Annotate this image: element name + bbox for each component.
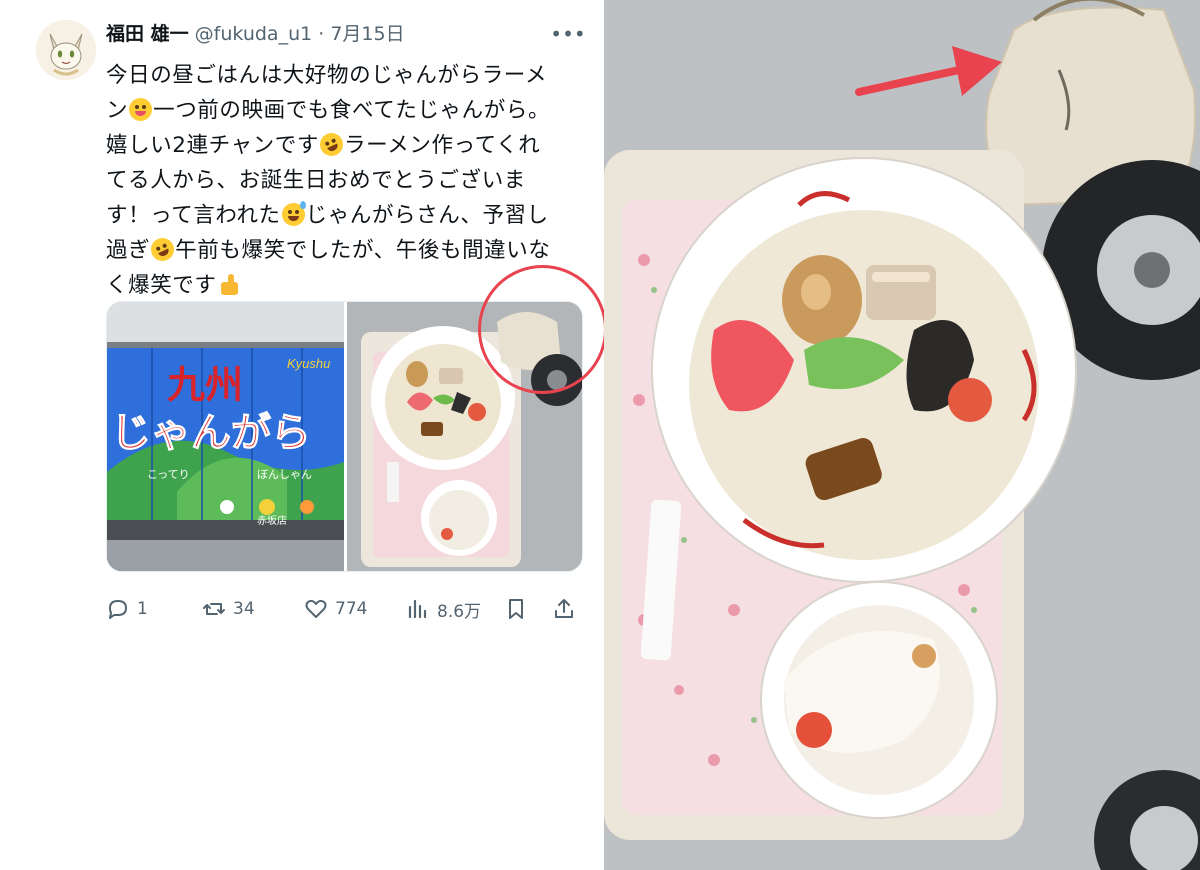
text-segment: 嬉しい2連チャンです [106, 133, 319, 158]
banner-kyushu-text: Kyushu [287, 356, 330, 371]
tweet-text-line: てる人から、お誕生日おめでとうございま [106, 163, 592, 198]
heart-icon [305, 599, 327, 618]
text-segment: く爆笑です [106, 273, 217, 298]
views-count: 8.6万 [437, 601, 482, 622]
sweat-smile-emoji-icon [281, 201, 306, 226]
rofl-emoji-icon [147, 234, 178, 265]
banner-label: こってり [147, 468, 190, 481]
banner-label: ぼんしゃん [257, 468, 312, 481]
banner-label: 赤坂店 [257, 514, 287, 527]
tweet-text-line: 嬉しい2連チャンです ラーメン作ってくれ [106, 128, 592, 163]
text-segment: 午前も爆笑でしたが、午後も間違いな [175, 238, 551, 263]
tweet-text-line: ン一つ前の映画でも食べてたじゃんがら。 [106, 93, 592, 128]
tweet-text: 今日の昼ごはんは大好物のじゃんがらラーメ ン一つ前の映画でも食べてたじゃんがら。… [106, 58, 592, 303]
rofl-emoji-icon [316, 129, 347, 160]
reply-count: 1 [137, 599, 148, 619]
text-segment: 過ぎ [106, 238, 151, 263]
retweet-icon [203, 603, 225, 615]
zoomed-ramen-photo [604, 0, 1200, 870]
text-segment: てる人から、お誕生日おめでとうございま [106, 168, 526, 193]
author-handle[interactable]: @fukuda_u1 [195, 23, 313, 45]
banner-title-top: 九州 [167, 365, 243, 407]
author-name[interactable]: 福田 雄一 [106, 23, 189, 45]
bookmark-icon [509, 599, 523, 619]
tweet-media: 九州 Kyushu じゃんがら こってり ぼんしゃん 赤坂店 [106, 301, 583, 572]
bookmark-button[interactable] [504, 592, 528, 626]
like-count: 774 [335, 599, 368, 619]
reply-icon [109, 600, 127, 619]
retweet-button[interactable]: 34 [202, 592, 255, 626]
share-icon [555, 599, 573, 618]
tweet-date[interactable]: 7月15日 [330, 23, 404, 45]
tweet-text-line: 今日の昼ごはんは大好物のじゃんがらラーメ [106, 58, 592, 93]
thumbs-up-emoji-icon [218, 273, 241, 296]
tweet-text-line: す！って言われた じゃんがらさん、予習し [106, 198, 592, 233]
retweet-count: 34 [233, 599, 255, 619]
text-segment: す！って言われた [106, 203, 281, 228]
views-chart-icon [408, 599, 427, 619]
text-segment: ン [106, 98, 129, 123]
tweet-card: 福田 雄一 @fukuda_u1 · 7月15日 ••• 今日の昼ごはんは大好物… [0, 0, 607, 870]
text-segment: 今日の昼ごはんは大好物のじゃんがらラーメ [106, 63, 548, 88]
share-button[interactable] [552, 592, 576, 626]
like-button[interactable]: 774 [304, 592, 367, 626]
tweet-text-line: く爆笑です [106, 268, 592, 303]
avatar[interactable] [36, 20, 96, 80]
reply-button[interactable]: 1 [106, 592, 148, 626]
meta-separator: · [318, 23, 325, 45]
views-button[interactable]: 8.6万 [406, 592, 481, 626]
more-options-icon[interactable]: ••• [548, 24, 588, 44]
text-segment: 一つ前の映画でも食べてたじゃんがら。 [153, 98, 551, 123]
tweet-header: 福田 雄一 @fukuda_u1 · 7月15日 [106, 20, 405, 48]
yum-emoji-icon [129, 98, 153, 121]
media-photo-ramen[interactable] [347, 302, 582, 571]
text-segment: ラーメン作ってくれ [343, 133, 541, 158]
banner-title-main: じゃんがら [111, 411, 311, 455]
text-segment: じゃんがらさん、予習し [305, 203, 549, 228]
reaction-bar: 1 34 774 8.6万 [106, 592, 586, 626]
tweet-text-line: 過ぎ 午前も爆笑でしたが、午後も間違いな [106, 233, 592, 268]
media-photo-banner[interactable]: 九州 Kyushu じゃんがら こってり ぼんしゃん 赤坂店 [107, 302, 344, 571]
